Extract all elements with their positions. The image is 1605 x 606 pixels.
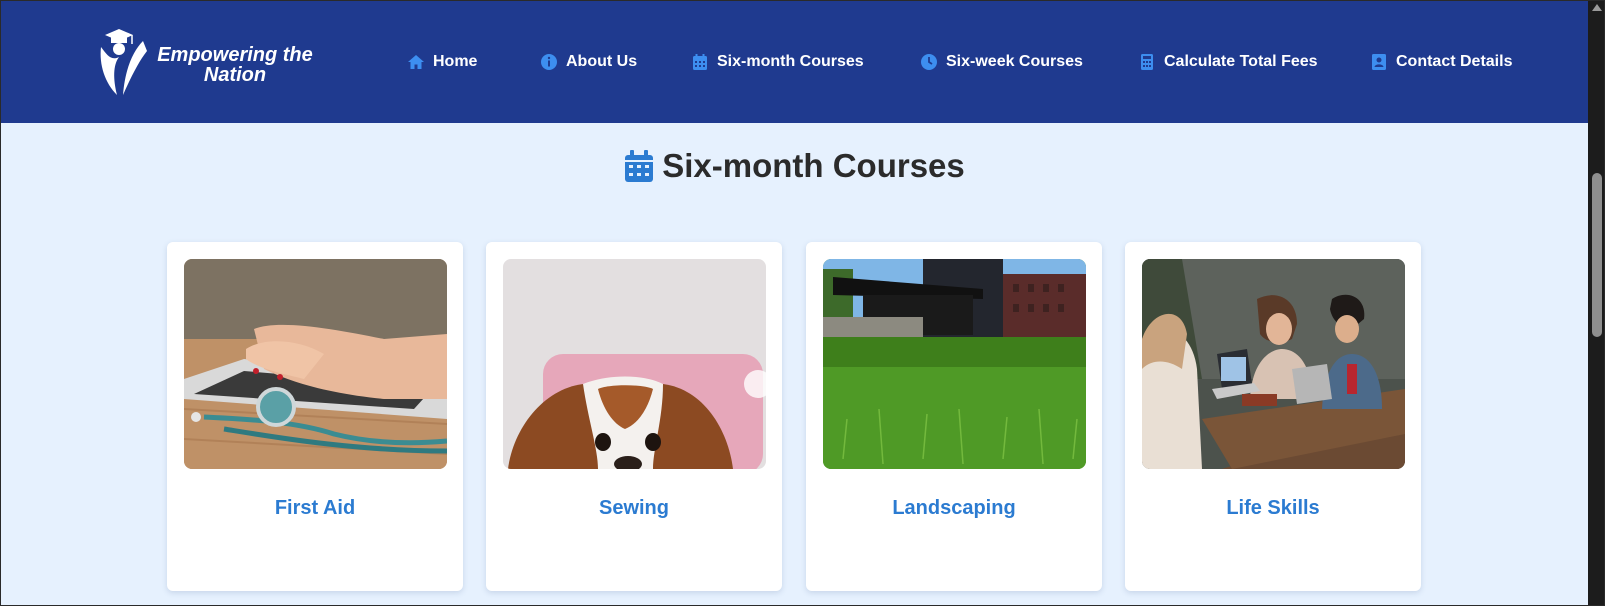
course-image-life-skills [1142, 259, 1405, 469]
brand-name: Empowering the Nation [157, 45, 313, 85]
page: Empowering the Nation Home About Us Six-… [0, 0, 1605, 606]
course-name[interactable]: Landscaping [806, 497, 1102, 520]
brand-line-2: Nation [203, 64, 267, 86]
nav-about-us[interactable]: About Us [540, 49, 637, 75]
course-name[interactable]: First Aid [167, 497, 463, 520]
course-name[interactable]: Sewing [486, 497, 782, 520]
course-name[interactable]: Life Skills [1125, 497, 1421, 520]
course-card-first-aid[interactable]: First Aid [167, 242, 463, 591]
nav-home[interactable]: Home [407, 49, 477, 75]
main-content: Six-month Courses First Aid Sewing Lands… [1, 123, 1588, 605]
nav-label: Home [433, 53, 478, 70]
course-image-landscaping [823, 259, 1086, 469]
course-card-landscaping[interactable]: Landscaping [806, 242, 1102, 591]
brand-logo[interactable]: Empowering the Nation [99, 25, 319, 99]
contact-icon [1370, 53, 1388, 71]
clock-icon [920, 53, 938, 71]
page-title: Six-month Courses [1, 147, 1588, 185]
calendar-icon [624, 149, 654, 183]
page-title-text: Six-month Courses [662, 147, 965, 184]
info-icon [540, 53, 558, 71]
home-icon [407, 53, 425, 71]
nav-label: About Us [566, 53, 638, 70]
scrollbar[interactable] [1588, 1, 1604, 605]
brand-line-1: Empowering the [157, 44, 313, 66]
course-card-sewing[interactable]: Sewing [486, 242, 782, 591]
nav-six-month-courses[interactable]: Six-month Courses [691, 49, 864, 75]
nav-label: Contact Details [1396, 53, 1513, 70]
nav-label: Six-month Courses [717, 53, 864, 70]
nav-label: Six-week Courses [946, 53, 1083, 70]
calendar-icon [691, 53, 709, 71]
nav-label: Calculate Total Fees [1164, 53, 1318, 70]
site-header: Empowering the Nation Home About Us Six-… [1, 1, 1588, 123]
course-image-sewing [503, 259, 766, 469]
graduate-logo-icon [100, 29, 147, 95]
nav-calculate-total-fees[interactable]: Calculate Total Fees [1138, 49, 1318, 75]
calculator-icon [1138, 53, 1156, 71]
course-card-life-skills[interactable]: Life Skills [1125, 242, 1421, 591]
scroll-thumb[interactable] [1592, 173, 1602, 337]
nav-six-week-courses[interactable]: Six-week Courses [920, 49, 1083, 75]
scroll-up-arrow-icon[interactable] [1592, 4, 1602, 11]
nav-contact-details[interactable]: Contact Details [1370, 49, 1512, 75]
course-image-first-aid [184, 259, 447, 469]
